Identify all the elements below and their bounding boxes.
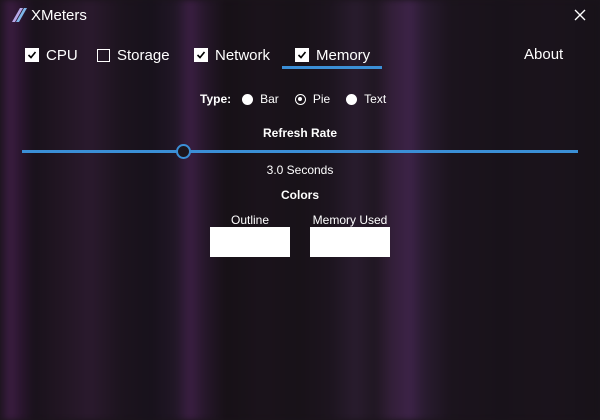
refresh-rate-title: Refresh Rate [262,126,338,140]
memory-used-color-swatch[interactable] [310,227,390,257]
slider-track[interactable] [22,150,578,153]
type-label: Type: [200,92,232,106]
storage-checkbox[interactable] [97,48,110,62]
meter-tabs: CPU Storage Network Memory About [0,42,600,72]
title-bar: XMeters [0,0,600,32]
tab-cpu[interactable]: CPU [25,42,78,68]
slider-thumb[interactable] [176,144,191,159]
outline-color-label: Outline [230,213,270,227]
type-option-label: Text [364,92,387,106]
type-option-pie[interactable]: Pie [294,92,331,106]
tab-about[interactable]: About [524,46,563,63]
colors-title: Colors [280,188,319,202]
tab-memory[interactable]: Memory [295,42,370,68]
checkmark-icon [27,51,37,59]
type-option-label: Pie [312,92,331,106]
radio-icon [346,93,358,105]
checkmark-icon [297,51,307,59]
tab-cpu-label: CPU [46,46,78,64]
tab-network-label: Network [215,46,271,64]
settings-window: XMeters CPU Storage Network Memory About… [0,0,600,420]
type-selector: Type: Bar Pie Text [200,90,402,108]
type-option-label: Bar [260,92,279,106]
radio-selected-icon [294,93,306,105]
tab-storage-label: Storage [117,46,170,64]
radio-icon [242,93,254,105]
refresh-rate-slider[interactable] [22,143,578,159]
tab-network[interactable]: Network [194,42,270,68]
memory-checkbox[interactable] [295,48,309,62]
close-icon [574,9,586,21]
close-button[interactable] [570,5,590,25]
type-option-text[interactable]: Text [346,92,386,106]
xmeters-logo-icon [12,8,27,22]
tab-storage[interactable]: Storage [97,42,170,68]
outline-color-swatch[interactable] [210,227,290,257]
checkmark-icon [196,51,206,59]
refresh-rate-value: 3.0 Seconds [266,163,334,177]
window-title: XMeters [31,7,87,24]
selected-tab-indicator [282,66,382,69]
cpu-checkbox[interactable] [25,48,39,62]
network-checkbox[interactable] [194,48,208,62]
memory-used-color-label: Memory Used [312,213,388,227]
type-option-bar[interactable]: Bar [242,92,279,106]
tab-memory-label: Memory [316,46,371,64]
